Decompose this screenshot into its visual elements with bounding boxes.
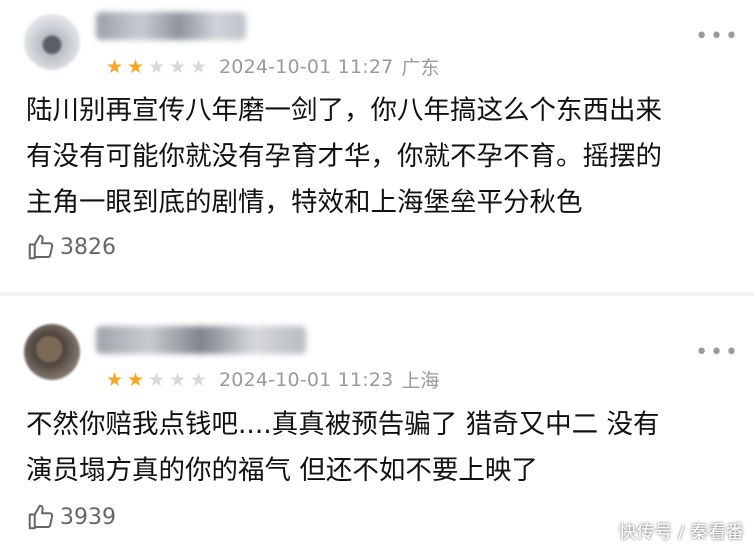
comment-line: 陆川别再宣传八年磨一剑了，你八年搞这么个东西出来	[26, 95, 662, 126]
comment-meta: ★ ★ ★ ★ ★ 2024-10-01 11:27 广东	[104, 53, 439, 80]
like-count: 3939	[60, 504, 116, 530]
comment-line: 演员塌方真的你的福气 但还不如不要上映了	[26, 455, 538, 486]
comment-timestamp: 2024-10-01 11:27	[219, 55, 394, 78]
comment-text: 陆川别再宣传八年磨一剑了，你八年搞这么个东西出来 有没有可能你就没有孕育才华，你…	[26, 88, 738, 226]
comment-text: 不然你赔我点钱吧....真真被预告骗了 猎奇又中二 没有 演员塌方真的你的福气 …	[26, 402, 738, 494]
rating-stars: ★ ★ ★ ★ ★	[104, 56, 209, 78]
avatar[interactable]	[24, 14, 80, 70]
watermark: 快传号 / 秦看番	[618, 522, 744, 543]
star-icon: ★	[189, 55, 208, 78]
star-icon: ★	[126, 368, 145, 391]
star-icon: ★	[189, 368, 208, 391]
like-count: 3826	[60, 234, 116, 260]
star-icon: ★	[147, 55, 166, 78]
star-icon: ★	[105, 368, 124, 391]
username-blurred[interactable]	[96, 326, 306, 354]
like-button[interactable]: 3826	[26, 232, 116, 262]
star-icon: ★	[168, 55, 187, 78]
comment-line: 不然你赔我点钱吧....真真被预告骗了 猎奇又中二 没有	[26, 409, 660, 440]
thumbs-up-icon	[28, 504, 54, 530]
star-icon: ★	[105, 55, 124, 78]
rating-stars: ★ ★ ★ ★ ★	[104, 369, 209, 391]
star-icon: ★	[168, 368, 187, 391]
thumbs-up-icon	[28, 234, 54, 260]
more-dots-icon[interactable]: •••	[695, 26, 740, 48]
comment-region: 上海	[401, 370, 440, 392]
star-icon: ★	[147, 368, 166, 391]
avatar[interactable]	[24, 324, 80, 380]
comment-card: ★ ★ ★ ★ ★ 2024-10-01 11:23 上海 ••• 不然你赔我点…	[0, 296, 754, 550]
comment-line: 有没有可能你就没有孕育才华，你就不孕不育。摇摆的	[26, 141, 662, 172]
comment-timestamp: 2024-10-01 11:23	[219, 368, 394, 391]
more-dots-icon[interactable]: •••	[695, 342, 740, 364]
username-blurred[interactable]	[96, 12, 246, 40]
like-button[interactable]: 3939	[26, 502, 116, 532]
comment-card: ★ ★ ★ ★ ★ 2024-10-01 11:27 广东 ••• 陆川别再宣传…	[0, 0, 754, 292]
comment-region: 广东	[401, 57, 440, 79]
star-icon: ★	[126, 55, 145, 78]
comment-meta: ★ ★ ★ ★ ★ 2024-10-01 11:23 上海	[104, 366, 439, 393]
comment-line: 主角一眼到底的剧情，特效和上海堡垒平分秋色	[26, 187, 583, 218]
